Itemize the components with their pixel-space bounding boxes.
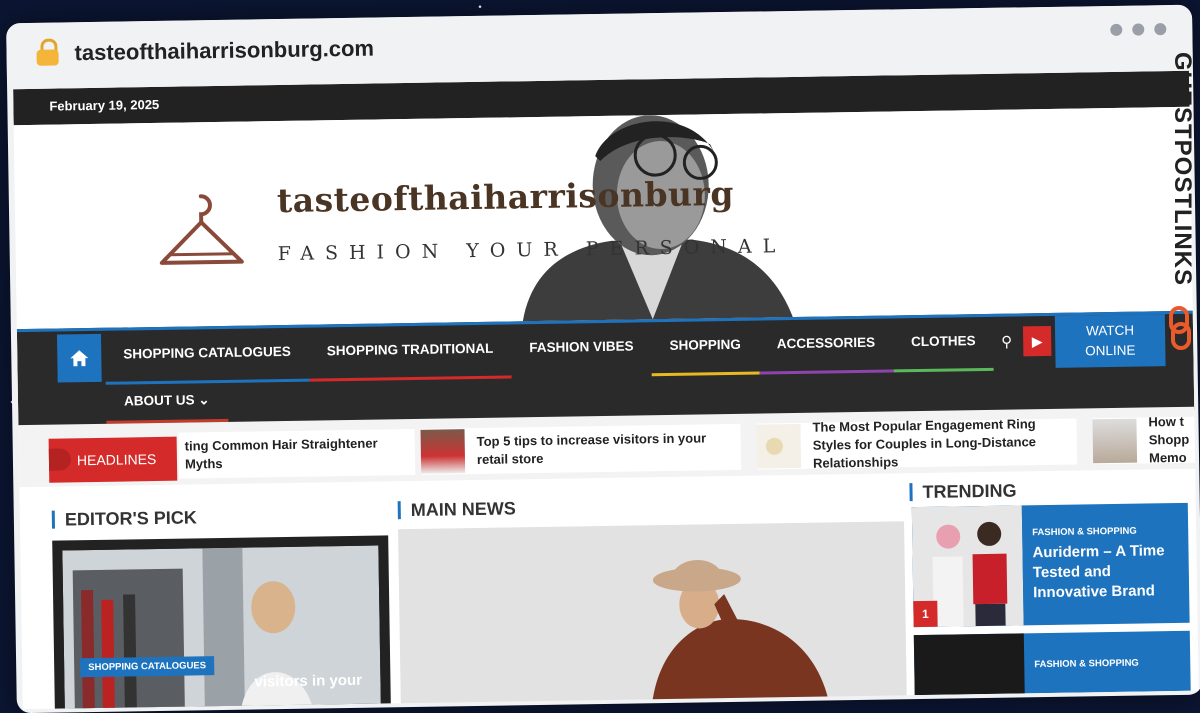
link-logo-icon xyxy=(1169,306,1191,350)
editors-pick-badge[interactable]: SHOPPING CATALOGUES xyxy=(80,656,215,678)
nav-item[interactable]: SHOPPING CATALOGUES xyxy=(105,328,310,385)
headline-item[interactable]: How t Shopp Memo xyxy=(1092,414,1196,465)
watch-online-button[interactable]: WATCH ONLINE xyxy=(1054,314,1166,368)
hanger-logo-icon xyxy=(159,194,244,265)
lock-icon xyxy=(36,38,59,66)
ticker-dot-icon xyxy=(48,448,72,471)
nav-item-underline xyxy=(651,371,760,377)
trending-category[interactable]: FASHION & SHOPPING xyxy=(1032,526,1137,539)
trending-section: TRENDING xyxy=(909,481,1017,502)
play-icon[interactable]: ▶ xyxy=(1022,325,1052,357)
trending-headline[interactable]: Auriderm – A Time Tested and Innovative … xyxy=(1032,541,1181,603)
nav-item-label: CLOTHES xyxy=(910,333,976,350)
search-icon[interactable]: ⚲ xyxy=(1001,333,1012,351)
window-dot-icon xyxy=(1110,23,1123,36)
site-header: tasteofthaiharrisonburg FASHION YOUR PER… xyxy=(13,106,1193,330)
window-dot-icon xyxy=(1154,23,1167,36)
headline-item[interactable]: Top 5 tips to increase visitors in your … xyxy=(420,423,742,475)
trending-item[interactable]: 1 FASHION & SHOPPING Auriderm – A Time T… xyxy=(911,502,1190,628)
editors-pick-title: EDITOR'S PICK xyxy=(51,507,197,529)
window-dot-icon xyxy=(1132,23,1145,36)
nav-items: SHOPPING CATALOGUES SHOPPING TRADITIONAL F… xyxy=(105,317,995,385)
nav-about-us[interactable]: ABOUT US ⌄ xyxy=(106,383,228,424)
nav-item-label: SHOPPING CATALOGUES xyxy=(123,343,291,362)
headline-item[interactable]: ting Common Hair Straightener Myths xyxy=(178,428,416,479)
headline-thumbnail xyxy=(1092,418,1138,464)
nav-item-label: SHOPPING TRADITIONAL xyxy=(326,340,494,359)
headline-item[interactable]: The Most Popular Engagement Ring Styles … xyxy=(756,416,1078,471)
nav-item[interactable]: SHOPPING xyxy=(651,321,760,377)
main-news-card[interactable] xyxy=(398,521,907,710)
trending-rank: 1 xyxy=(913,600,938,628)
window-controls xyxy=(1110,23,1167,36)
trending-title: TRENDING xyxy=(909,481,1017,502)
watermark-text: GUESTPOSTLINKS xyxy=(1169,52,1196,287)
headlines-label: HEADLINES xyxy=(48,436,178,483)
nav-item-label: SHOPPING xyxy=(669,336,741,353)
editors-pick-caption[interactable]: visitors in your xyxy=(254,672,362,691)
nav-item[interactable]: ACCESSORIES xyxy=(758,318,894,375)
trending-thumbnail xyxy=(913,633,1025,696)
nav-item-underline xyxy=(511,373,653,379)
nav-item[interactable]: CLOTHES xyxy=(893,317,995,373)
nav-item[interactable]: SHOPPING TRADITIONAL xyxy=(308,324,512,382)
nav-item-underline xyxy=(893,367,995,373)
website: February 19, 2025 tasteofthaiharrisonbur… xyxy=(13,70,1199,710)
url-bar[interactable]: tasteofthaiharrisonburg.com xyxy=(74,36,374,67)
nav-about-label: ABOUT US ⌄ xyxy=(123,392,210,409)
site-title[interactable]: tasteofthaiharrisonburg xyxy=(277,174,735,220)
watch-line-1: WATCH xyxy=(1085,322,1135,339)
watch-line-2: ONLINE xyxy=(1085,342,1136,359)
headline-thumbnail xyxy=(420,429,466,474)
nav-item-underline xyxy=(309,375,512,382)
trending-item[interactable]: FASHION & SHOPPING xyxy=(913,630,1191,696)
trending-category[interactable]: FASHION & SHOPPING xyxy=(1034,658,1139,671)
main-news-image xyxy=(398,521,907,710)
home-icon xyxy=(70,350,89,367)
nav-item-label: FASHION VIBES xyxy=(529,338,634,356)
header-model-photo xyxy=(522,115,793,322)
editors-pick-section: EDITOR'S PICK xyxy=(51,507,197,529)
headline-thumbnail xyxy=(756,423,802,469)
main-news-section: MAIN NEWS xyxy=(397,498,516,520)
editors-pick-card[interactable]: SHOPPING CATALOGUES visitors in your xyxy=(52,535,391,710)
nav-item-underline xyxy=(759,369,894,375)
home-button[interactable] xyxy=(56,333,102,383)
main-news-title: MAIN NEWS xyxy=(397,498,516,520)
browser-window: tasteofthaiharrisonburg.com February 19,… xyxy=(6,4,1200,713)
nav-item-label: ACCESSORIES xyxy=(776,334,876,352)
nav-item[interactable]: FASHION VIBES xyxy=(511,322,653,379)
guestpostlinks-watermark: GUESTPOSTLINKS xyxy=(1164,52,1196,352)
